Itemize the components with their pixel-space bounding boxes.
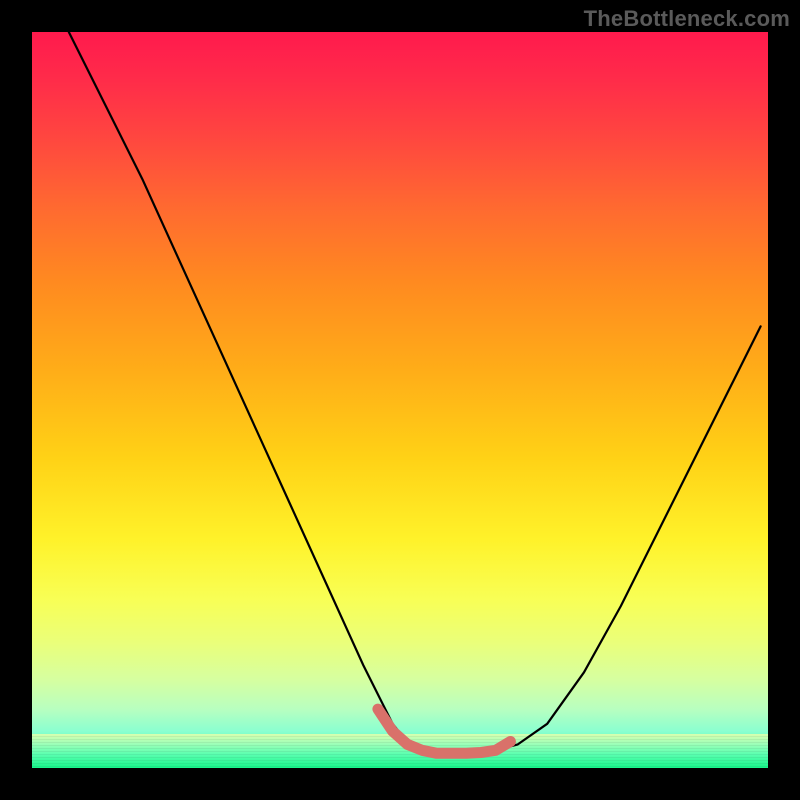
curve-layer (32, 32, 768, 768)
main-curve (69, 32, 761, 753)
plot-area (32, 32, 768, 768)
highlight-curve (378, 709, 511, 753)
chart-frame: TheBottleneck.com (0, 0, 800, 800)
watermark-text: TheBottleneck.com (584, 6, 790, 32)
